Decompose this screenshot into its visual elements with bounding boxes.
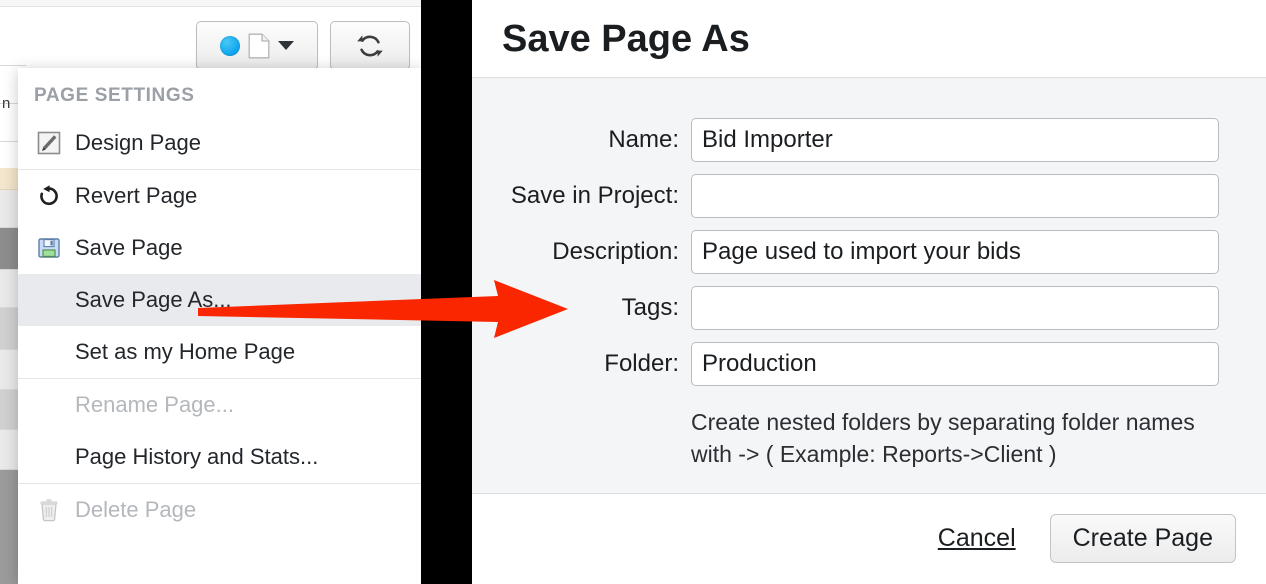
- background-text-fragment: n: [2, 95, 11, 112]
- blue-circle-icon: [220, 35, 240, 56]
- menu-item-label: Design Page: [75, 130, 201, 155]
- menu-item-label: Set as my Home Page: [75, 339, 296, 364]
- folder-label: Folder:: [604, 350, 679, 377]
- save-in-project-input[interactable]: [691, 174, 1219, 218]
- menu-item-delete-page: Delete Page: [18, 484, 421, 536]
- trash-icon: [34, 495, 64, 525]
- menu-item-revert-page[interactable]: Revert Page: [18, 170, 421, 222]
- menu-item-design-page[interactable]: Design Page: [18, 117, 421, 169]
- menu-item-label: Rename Page...: [75, 392, 234, 417]
- black-gutter: [421, 0, 472, 584]
- menu-item-save-page-as[interactable]: Save Page As...: [18, 274, 421, 326]
- description-input[interactable]: [691, 230, 1219, 274]
- revert-arrow-icon: [34, 181, 64, 211]
- app-topbar: [0, 0, 421, 7]
- menu-item-page-history-and-stats[interactable]: Page History and Stats...: [18, 431, 421, 483]
- dialog-footer: Cancel Create Page: [472, 494, 1266, 583]
- menu-item-label: Delete Page: [75, 497, 197, 522]
- design-pencil-icon: [34, 128, 64, 158]
- refresh-button[interactable]: [330, 21, 410, 70]
- form-row-name: Name:: [472, 118, 1266, 162]
- document-icon: [248, 33, 270, 59]
- save-page-as-dialog: Save Page As Name: Save in Project: Desc…: [472, 0, 1266, 584]
- description-label: Description:: [552, 238, 679, 265]
- dialog-header: Save Page As: [472, 0, 1266, 78]
- menu-icon-placeholder: [34, 337, 64, 367]
- tags-label: Tags:: [621, 294, 679, 321]
- menu-icon-placeholder: [34, 442, 64, 472]
- menu-item-save-page[interactable]: Save Page: [18, 222, 421, 274]
- cancel-button[interactable]: Cancel: [938, 524, 1016, 553]
- tags-input[interactable]: [691, 286, 1219, 330]
- menu-item-set-as-home-page[interactable]: Set as my Home Page: [18, 326, 421, 378]
- save-in-project-label: Save in Project:: [510, 182, 679, 209]
- dialog-title: Save Page As: [502, 17, 750, 60]
- name-label: Name:: [608, 126, 679, 153]
- menu-icon-placeholder: [34, 390, 64, 420]
- dialog-body: Name: Save in Project: Description: Tags…: [472, 78, 1266, 494]
- background-grid-row: [0, 30, 26, 66]
- refresh-icon: [355, 31, 385, 61]
- name-input[interactable]: [691, 118, 1219, 162]
- floppy-disk-icon: [34, 233, 64, 263]
- folder-hint-text: Create nested folders by separating fold…: [691, 409, 1195, 467]
- menu-item-label: Revert Page: [75, 183, 198, 208]
- chevron-down-icon: [278, 41, 294, 50]
- folder-input[interactable]: [691, 342, 1219, 386]
- page-select-button[interactable]: [196, 21, 318, 70]
- page-settings-menu: PAGE SETTINGS Design Page Revert Page Sa…: [18, 68, 421, 584]
- menu-item-label: Page History and Stats...: [75, 444, 319, 469]
- menu-item-rename-page: Rename Page...: [18, 379, 421, 431]
- form-row-description: Description:: [472, 230, 1266, 274]
- form-row-tags: Tags:: [472, 286, 1266, 330]
- menu-section-label: PAGE SETTINGS: [34, 85, 195, 106]
- form-row-folder: Folder:: [472, 342, 1266, 386]
- menu-item-label: Save Page: [75, 235, 183, 260]
- form-row-save-in-project: Save in Project:: [472, 174, 1266, 218]
- menu-item-label: Save Page As...: [75, 287, 232, 312]
- create-page-button[interactable]: Create Page: [1049, 514, 1236, 563]
- menu-icon-placeholder: [34, 285, 64, 315]
- screenshot-root: n PAGE SETTINGS Design Page Revert Page …: [0, 0, 1266, 584]
